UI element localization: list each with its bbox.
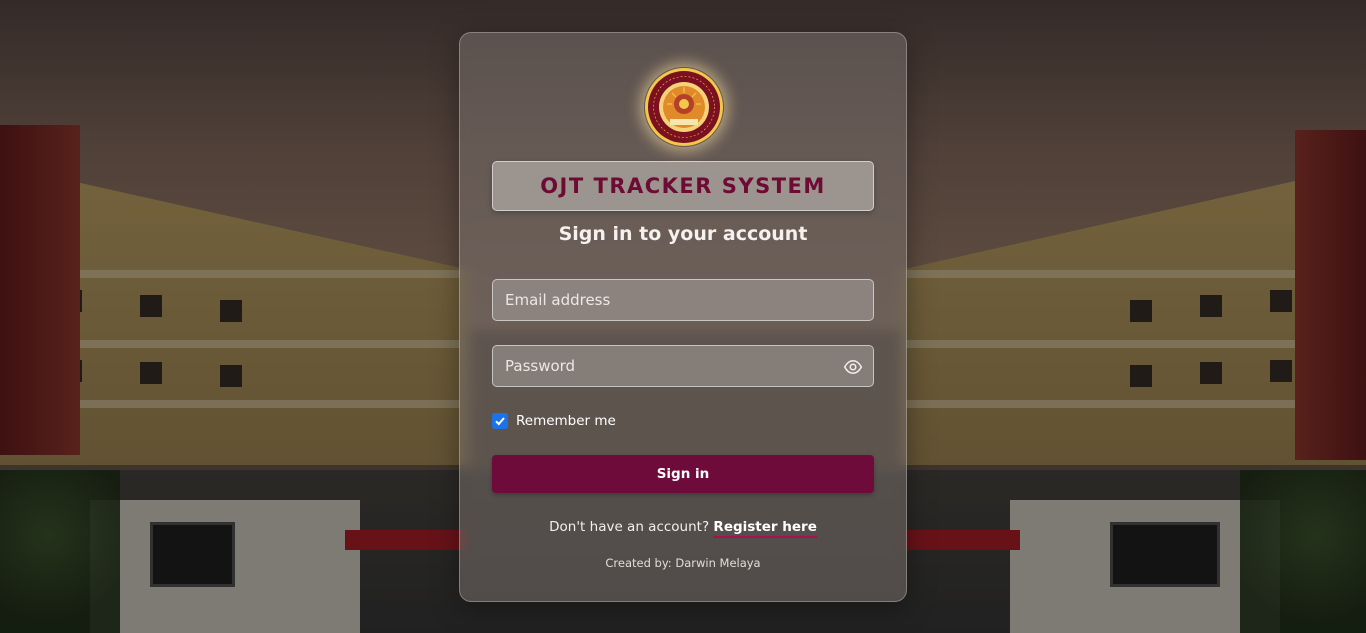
remember-me-checkbox[interactable] [492,413,508,429]
register-prompt-row: Don't have an account? Register here [460,519,906,538]
eye-icon[interactable] [843,357,863,377]
login-heading: Sign in to your account [558,223,808,245]
remember-me-label[interactable]: Remember me [516,413,616,429]
register-prompt-text: Don't have an account? [549,519,710,535]
university-seal-logo [644,67,724,147]
sign-in-button[interactable]: Sign in [492,455,874,493]
remember-me-row: Remember me [492,413,616,429]
credit-text: Created by: Darwin Melaya [605,556,761,570]
login-card: OJT TRACKER SYSTEM Sign in to your accou… [459,32,907,602]
register-link[interactable]: Register here [713,519,817,538]
app-title-box: OJT TRACKER SYSTEM [492,161,874,211]
checkmark-icon [495,417,505,426]
app-title: OJT TRACKER SYSTEM [540,174,826,198]
password-field[interactable] [492,345,874,387]
email-input[interactable] [493,280,873,320]
university-seal-icon [645,68,723,146]
email-field[interactable] [492,279,874,321]
password-input[interactable] [493,346,873,386]
